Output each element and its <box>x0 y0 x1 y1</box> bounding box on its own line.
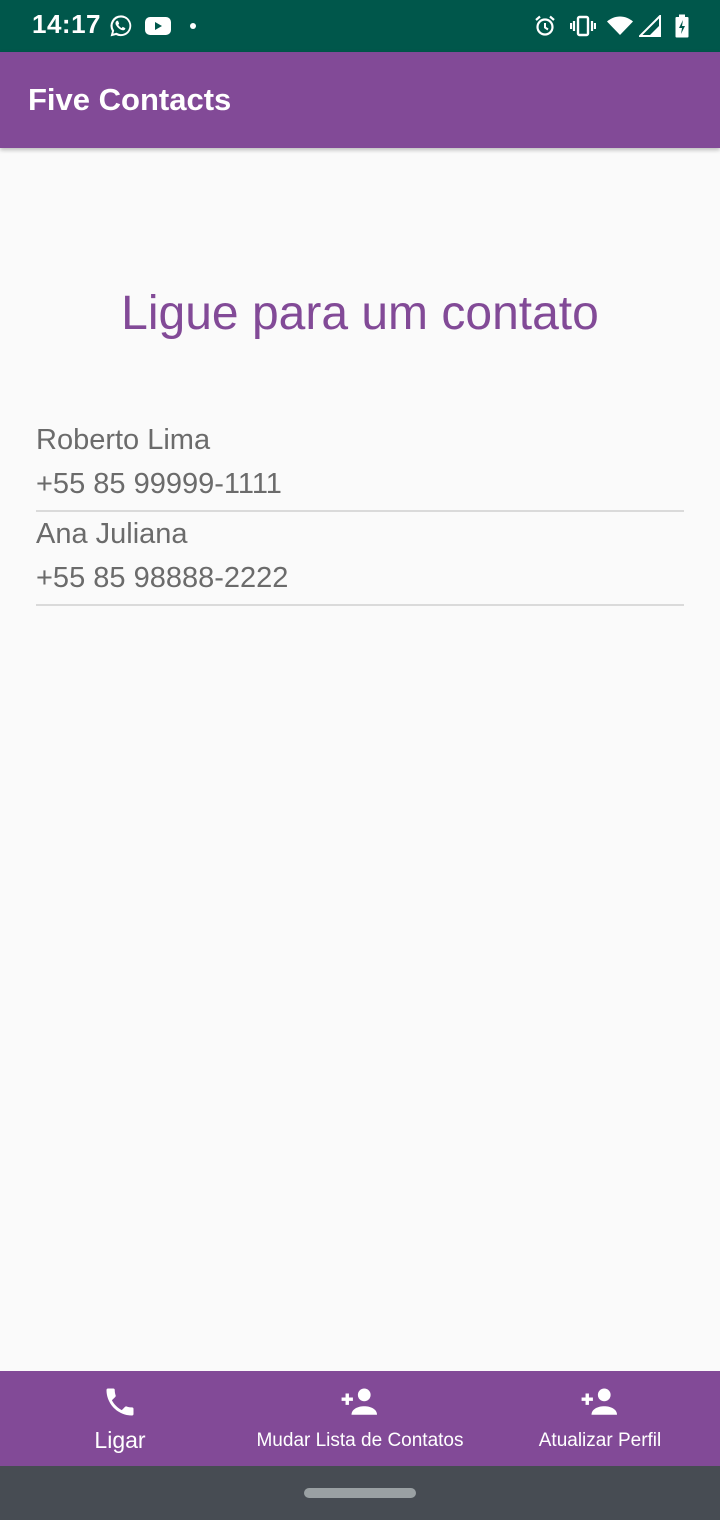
whatsapp-icon <box>107 0 135 52</box>
youtube-icon <box>143 0 173 52</box>
status-bar: 14:17 <box>0 0 720 52</box>
battery-charging-icon <box>674 0 690 52</box>
phone-icon <box>102 1385 138 1419</box>
home-gesture-handle[interactable] <box>304 1488 416 1498</box>
dot-icon <box>188 0 198 52</box>
contact-phone: +55 85 99999-1111 <box>36 468 282 500</box>
contact-phone: +55 85 98888-2222 <box>36 562 289 594</box>
page-heading: Ligue para um contato <box>121 287 599 340</box>
person-add-icon <box>580 1385 620 1419</box>
nav-item-mudar-lista[interactable]: Mudar Lista de Contatos <box>240 1371 480 1466</box>
vibrate-icon <box>569 0 597 52</box>
nav-label: Atualizar Perfil <box>538 1430 662 1451</box>
contact-item[interactable]: Ana Juliana +55 85 98888-2222 <box>36 512 684 606</box>
bottom-navigation: Ligar Mudar Lista de Contatos Atualizar … <box>0 1371 720 1466</box>
signal-icon <box>638 0 662 52</box>
contact-list: Roberto Lima +55 85 99999-1111 Ana Julia… <box>36 418 684 606</box>
wifi-icon <box>606 0 634 52</box>
contact-name: Roberto Lima <box>36 424 211 456</box>
person-add-icon <box>340 1385 380 1419</box>
app-bar: Five Contacts <box>0 52 720 148</box>
nav-item-atualizar-perfil[interactable]: Atualizar Perfil <box>480 1371 720 1466</box>
app-title: Five Contacts <box>28 82 232 117</box>
main-content: Ligue para um contato Roberto Lima +55 8… <box>0 148 720 1371</box>
status-time: 14:17 <box>32 9 101 39</box>
contact-name: Ana Juliana <box>36 518 188 550</box>
nav-label: Ligar <box>94 1427 146 1453</box>
alarm-icon <box>532 0 558 52</box>
system-navigation-bar <box>0 1466 720 1520</box>
contact-item[interactable]: Roberto Lima +55 85 99999-1111 <box>36 418 684 512</box>
nav-label: Mudar Lista de Contatos <box>256 1430 464 1451</box>
nav-item-ligar[interactable]: Ligar <box>0 1371 240 1466</box>
